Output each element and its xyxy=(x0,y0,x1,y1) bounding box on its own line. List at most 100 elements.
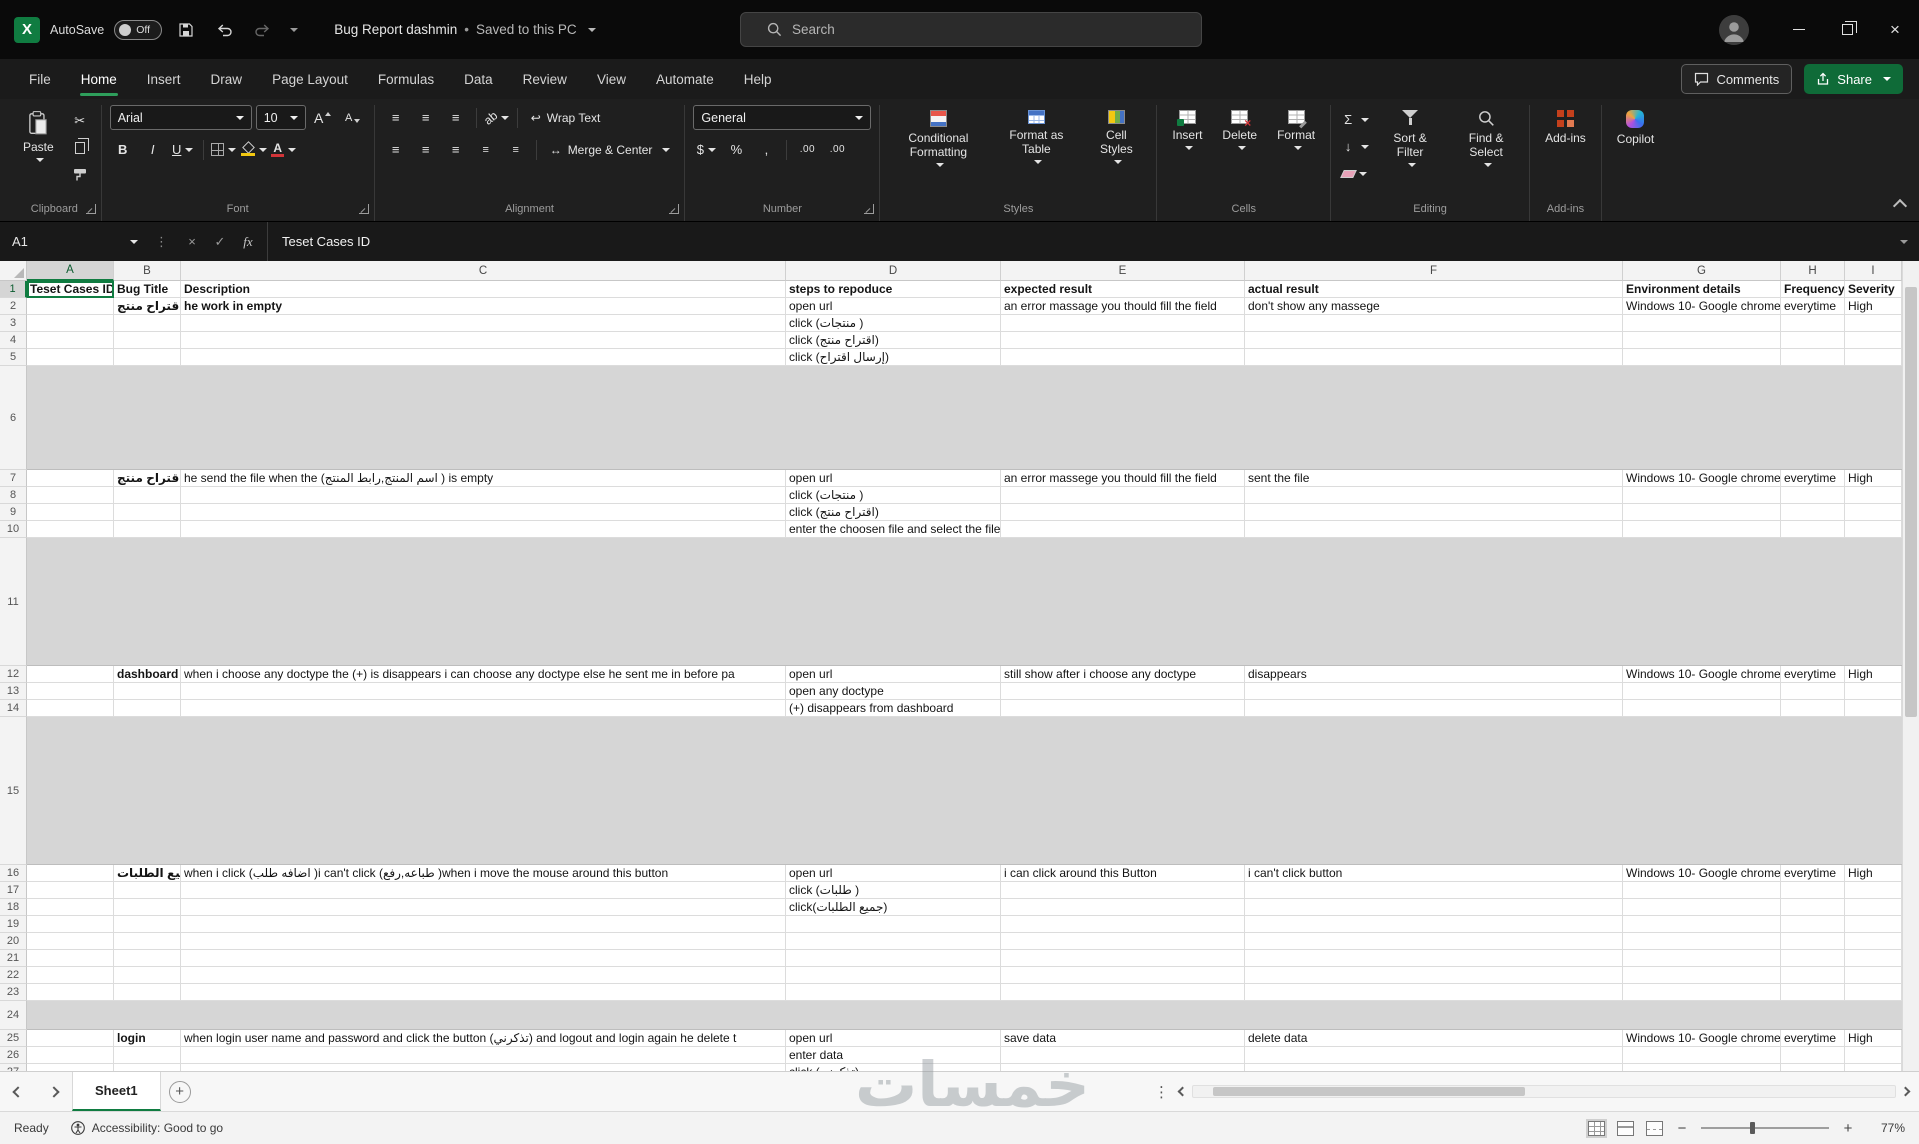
middle-align-button[interactable]: ≡ xyxy=(413,105,439,130)
cell-A21[interactable] xyxy=(27,950,114,967)
cell-B19[interactable] xyxy=(114,916,181,933)
cell-D17[interactable]: click (طلبات ) xyxy=(786,882,1001,899)
cell-H22[interactable] xyxy=(1781,967,1845,984)
cell-E9[interactable] xyxy=(1001,504,1245,521)
cell-I19[interactable] xyxy=(1845,916,1902,933)
cell-G3[interactable] xyxy=(1623,315,1781,332)
cell-A10[interactable] xyxy=(27,521,114,538)
column-header-E[interactable]: E xyxy=(1001,261,1245,281)
cell-styles-button[interactable]: Cell Styles xyxy=(1084,105,1148,169)
column-header-G[interactable]: G xyxy=(1623,261,1781,281)
column-header-H[interactable]: H xyxy=(1781,261,1845,281)
search-input[interactable]: Search xyxy=(740,12,1202,47)
cell-B5[interactable] xyxy=(114,349,181,366)
cell-G9[interactable] xyxy=(1623,504,1781,521)
column-header-F[interactable]: F xyxy=(1245,261,1623,281)
accounting-format-button[interactable]: $ xyxy=(693,137,719,162)
next-sheet-button[interactable] xyxy=(36,1072,72,1111)
fill-button[interactable]: ↓ xyxy=(1339,134,1370,159)
cell-D8[interactable]: click (منتجات ) xyxy=(786,487,1001,504)
number-dialog-launcher[interactable] xyxy=(864,204,875,214)
cell-B22[interactable] xyxy=(114,967,181,984)
menu-tab-view[interactable]: View xyxy=(584,59,639,99)
cell-E19[interactable] xyxy=(1001,916,1245,933)
merged-gray-region-row-24[interactable] xyxy=(27,1001,1902,1030)
vertical-scrollbar-thumb[interactable] xyxy=(1905,287,1917,717)
cell-F5[interactable] xyxy=(1245,349,1623,366)
cell-F9[interactable] xyxy=(1245,504,1623,521)
cell-H17[interactable] xyxy=(1781,882,1845,899)
cell-H16[interactable]: everytime xyxy=(1781,865,1845,882)
cell-C9[interactable] xyxy=(181,504,786,521)
menu-tab-data[interactable]: Data xyxy=(451,59,506,99)
cell-I13[interactable] xyxy=(1845,683,1902,700)
undo-button[interactable] xyxy=(210,16,238,44)
font-dialog-launcher[interactable] xyxy=(358,204,369,214)
cell-D12[interactable]: open url xyxy=(786,666,1001,683)
copy-button[interactable] xyxy=(67,135,93,160)
customize-quick-access-chevron[interactable] xyxy=(286,27,299,32)
cell-D21[interactable] xyxy=(786,950,1001,967)
cell-A25[interactable] xyxy=(27,1030,114,1047)
cell-C27[interactable] xyxy=(181,1064,786,1071)
clipboard-dialog-launcher[interactable] xyxy=(85,204,96,214)
cell-C25[interactable]: when login user name and password and cl… xyxy=(181,1030,786,1047)
copilot-button[interactable]: Copilot xyxy=(1610,105,1661,151)
zoom-slider[interactable] xyxy=(1701,1122,1829,1134)
cell-F26[interactable] xyxy=(1245,1047,1623,1064)
cell-D7[interactable]: open url xyxy=(786,470,1001,487)
cell-F19[interactable] xyxy=(1245,916,1623,933)
account-avatar[interactable] xyxy=(1719,14,1749,45)
cell-G26[interactable] xyxy=(1623,1047,1781,1064)
cell-G18[interactable] xyxy=(1623,899,1781,916)
cell-B21[interactable] xyxy=(114,950,181,967)
cell-B9[interactable] xyxy=(114,504,181,521)
select-all-corner[interactable] xyxy=(0,261,27,281)
share-button[interactable]: Share xyxy=(1804,64,1903,94)
cell-H21[interactable] xyxy=(1781,950,1845,967)
menu-tab-help[interactable]: Help xyxy=(731,59,785,99)
cell-H2[interactable]: everytime xyxy=(1781,298,1845,315)
cell-E25[interactable]: save data xyxy=(1001,1030,1245,1047)
cell-B17[interactable] xyxy=(114,882,181,899)
cell-C23[interactable] xyxy=(181,984,786,1001)
top-align-button[interactable]: ≡ xyxy=(383,105,409,130)
cell-G12[interactable]: Windows 10- Google chrome xyxy=(1623,666,1781,683)
cell-H8[interactable] xyxy=(1781,487,1845,504)
cell-I8[interactable] xyxy=(1845,487,1902,504)
restore-button[interactable] xyxy=(1823,0,1871,59)
cell-E8[interactable] xyxy=(1001,487,1245,504)
cell-E26[interactable] xyxy=(1001,1047,1245,1064)
collapse-ribbon-button[interactable] xyxy=(1892,198,1908,214)
cell-G19[interactable] xyxy=(1623,916,1781,933)
italic-button[interactable]: I xyxy=(140,137,166,162)
cell-B27[interactable] xyxy=(114,1064,181,1071)
cell-D9[interactable]: click (اقتراح منتج) xyxy=(786,504,1001,521)
cell-H14[interactable] xyxy=(1781,700,1845,717)
autosum-button[interactable]: Σ xyxy=(1339,107,1370,132)
cell-F22[interactable] xyxy=(1245,967,1623,984)
cell-E17[interactable] xyxy=(1001,882,1245,899)
cell-F4[interactable] xyxy=(1245,332,1623,349)
cell-F17[interactable] xyxy=(1245,882,1623,899)
vertical-scrollbar[interactable] xyxy=(1902,261,1919,1071)
cell-D14[interactable]: (+) disappears from dashboard xyxy=(786,700,1001,717)
cell-E1[interactable]: expected result xyxy=(1001,281,1245,298)
zoom-percentage[interactable]: 77% xyxy=(1867,1121,1905,1135)
cell-I14[interactable] xyxy=(1845,700,1902,717)
cell-F16[interactable]: i can't click button xyxy=(1245,865,1623,882)
cell-F14[interactable] xyxy=(1245,700,1623,717)
cell-I5[interactable] xyxy=(1845,349,1902,366)
cell-F10[interactable] xyxy=(1245,521,1623,538)
page-layout-view-button[interactable] xyxy=(1617,1120,1634,1136)
cell-A2[interactable] xyxy=(27,298,114,315)
cell-G7[interactable]: Windows 10- Google chrome xyxy=(1623,470,1781,487)
row-header-5[interactable]: 5 xyxy=(0,349,27,366)
paste-button[interactable]: Paste xyxy=(16,105,61,167)
cell-F27[interactable] xyxy=(1245,1064,1623,1071)
cell-B18[interactable] xyxy=(114,899,181,916)
row-header-27[interactable]: 27 xyxy=(0,1064,27,1071)
row-header-25[interactable]: 25 xyxy=(0,1030,27,1047)
excel-logo-icon[interactable]: X xyxy=(14,16,40,43)
cell-H18[interactable] xyxy=(1781,899,1845,916)
